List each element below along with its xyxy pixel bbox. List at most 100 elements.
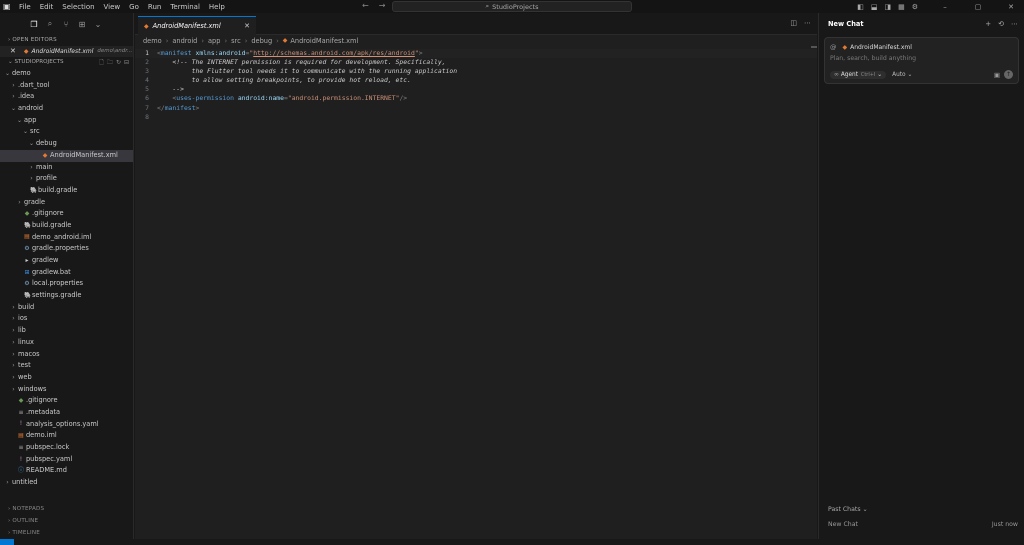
image-attach-icon[interactable]: ▣ <box>994 71 1000 79</box>
breadcrumb-demo[interactable]: demo <box>143 35 162 47</box>
schema-link[interactable]: http://schemas.android.com/apk/res/andro… <box>253 49 415 57</box>
tree-file-item[interactable]: ▤ demo_android.iml <box>0 232 133 244</box>
new-file-icon[interactable]: 🗋 <box>99 59 104 66</box>
menu-file[interactable]: File <box>19 3 31 11</box>
project-header[interactable]: ⌄ STUDIOPROJECTS 🗋 🗀 ↻ ⊟ <box>0 57 133 68</box>
chevron-down-icon[interactable]: ⌄ <box>90 20 106 29</box>
infinity-icon: ∞ <box>834 72 839 78</box>
breadcrumb-debug[interactable]: debug <box>251 35 272 47</box>
tree-folder-item[interactable]: ⌄ app <box>0 115 133 127</box>
tree-file-item[interactable]: ⊞ gradlew.bat <box>0 267 133 279</box>
collapse-all-icon[interactable]: ⊟ <box>124 59 129 66</box>
command-center[interactable]: ⌕ StudioProjects <box>392 1 632 12</box>
context-chip[interactable]: @ ◆ AndroidManifest.xml <box>830 43 912 51</box>
timeline-section[interactable]: › TIMELINE <box>0 527 134 539</box>
tree-file-item[interactable]: 🐘 build.gradle <box>0 220 133 232</box>
tree-folder-item[interactable]: › lib <box>0 325 133 337</box>
tree-folder-item[interactable]: › .dart_tool <box>0 80 133 92</box>
tree-file-item[interactable]: 🐘 settings.gradle <box>0 290 133 302</box>
tree-file-item[interactable]: ⓘ README.md <box>0 465 133 477</box>
open-editor-item[interactable]: ✕ ◆ AndroidManifest.xml demo\andr... <box>0 46 133 57</box>
search-icon[interactable]: ⌕ <box>42 19 58 29</box>
new-chat-icon[interactable]: + <box>985 20 991 28</box>
toggle-panel-icon[interactable]: ⬓ <box>871 3 878 11</box>
new-folder-icon[interactable]: 🗀 <box>107 59 113 66</box>
menu-go[interactable]: Go <box>129 3 139 11</box>
breadcrumb-android[interactable]: android <box>172 35 197 47</box>
past-chat-item[interactable]: New Chat Just now <box>828 521 1018 528</box>
more-actions-icon[interactable]: ⋯ <box>1011 20 1018 28</box>
agent-mode-button[interactable]: ∞ Agent Ctrl+I ⌄ <box>830 71 887 79</box>
tree-folder-item[interactable]: ⌄ src <box>0 126 133 138</box>
notepads-section[interactable]: › NOTEPADS <box>0 503 134 515</box>
outline-section[interactable]: › OUTLINE <box>0 515 134 527</box>
tree-file-item[interactable]: ◆ AndroidManifest.xml <box>0 149 133 162</box>
tree-folder-item[interactable]: › build <box>0 302 133 314</box>
tree-folder-item[interactable]: › .idea <box>0 91 133 103</box>
close-window-icon[interactable]: ✕ <box>998 3 1024 11</box>
breadcrumb-file[interactable]: AndroidManifest.xml <box>290 35 358 47</box>
code-editor[interactable]: 1 <manifest xmlns:android="http://schema… <box>135 47 817 122</box>
menu-view[interactable]: View <box>104 3 121 11</box>
tree-folder-item[interactable]: › gradle <box>0 197 133 209</box>
minimize-icon[interactable]: – <box>932 3 958 11</box>
breadcrumb-src[interactable]: src <box>231 35 241 47</box>
tree-file-item[interactable]: ◆ .gitignore <box>0 208 133 220</box>
settings-gear-icon[interactable]: ⚙ <box>912 3 918 11</box>
chat-tab-title[interactable]: New Chat <box>828 20 864 28</box>
back-arrow-icon[interactable]: ← <box>362 1 369 10</box>
menu-edit[interactable]: Edit <box>40 3 54 11</box>
forward-arrow-icon[interactable]: → <box>379 1 386 10</box>
layout-icon[interactable]: ▦ <box>898 3 905 11</box>
chat-input-placeholder[interactable]: Plan, search, build anything <box>830 55 916 62</box>
tree-file-item[interactable]: 🐘 build.gradle <box>0 185 133 197</box>
open-editors-header[interactable]: › OPEN EDITORS <box>0 35 133 46</box>
tree-folder-item[interactable]: › untitled <box>0 477 133 489</box>
breadcrumb-app[interactable]: app <box>208 35 220 47</box>
tree-file-item[interactable]: ≡ pubspec.lock <box>0 442 133 454</box>
tree-folder-item[interactable]: › test <box>0 360 133 372</box>
tree-folder-item[interactable]: › macos <box>0 349 133 361</box>
minimap-indicator[interactable] <box>811 46 817 48</box>
split-editor-icon[interactable]: ◫ <box>790 19 797 27</box>
refresh-icon[interactable]: ↻ <box>116 59 121 66</box>
send-button[interactable]: ↑ <box>1004 70 1013 79</box>
tree-folder-item[interactable]: › ios <box>0 313 133 325</box>
source-control-icon[interactable]: ⑂ <box>58 20 74 29</box>
menu-terminal[interactable]: Terminal <box>170 3 200 11</box>
remote-indicator[interactable] <box>0 539 14 545</box>
tree-folder-item[interactable]: ⌄ debug <box>0 138 133 150</box>
extensions-icon[interactable]: ⊞ <box>74 20 90 29</box>
tree-file-item[interactable]: ≡ .metadata <box>0 407 133 419</box>
tree-file-item[interactable]: ! pubspec.yaml <box>0 454 133 466</box>
close-tab-icon[interactable]: ✕ <box>244 22 250 30</box>
tree-folder-item[interactable]: › profile <box>0 173 133 185</box>
chat-composer[interactable]: @ ◆ AndroidManifest.xml Plan, search, bu… <box>824 37 1019 84</box>
close-icon[interactable]: ✕ <box>10 46 16 57</box>
tree-folder-item[interactable]: › main <box>0 162 133 174</box>
tree-file-item[interactable]: ▸ gradlew <box>0 255 133 267</box>
tree-folder-item[interactable]: ⌄ demo <box>0 68 133 80</box>
menu-help[interactable]: Help <box>209 3 225 11</box>
tree-file-item[interactable]: ▤ demo.iml <box>0 430 133 442</box>
more-actions-icon[interactable]: ⋯ <box>804 19 811 27</box>
tree-folder-item[interactable]: ⌄ android <box>0 103 133 115</box>
past-chats-header[interactable]: Past Chats ⌄ <box>828 506 1018 513</box>
mention-icon[interactable]: @ <box>830 43 837 51</box>
explorer-icon[interactable]: ❐ <box>26 20 42 29</box>
tree-folder-item[interactable]: › web <box>0 372 133 384</box>
editor-tab[interactable]: ◆ AndroidManifest.xml ✕ <box>138 16 256 35</box>
toggle-secondary-sidebar-icon[interactable]: ◨ <box>884 3 891 11</box>
history-icon[interactable]: ⟲ <box>998 20 1004 28</box>
menu-selection[interactable]: Selection <box>62 3 94 11</box>
tree-file-item[interactable]: ⚙ gradle.properties <box>0 243 133 255</box>
tree-file-item[interactable]: ! analysis_options.yaml <box>0 419 133 431</box>
model-selector[interactable]: Auto ⌄ <box>892 72 912 78</box>
tree-folder-item[interactable]: › linux <box>0 337 133 349</box>
toggle-sidebar-icon[interactable]: ◧ <box>857 3 864 11</box>
tree-folder-item[interactable]: › windows <box>0 384 133 396</box>
tree-file-item[interactable]: ⚙ local.properties <box>0 278 133 290</box>
maximize-icon[interactable]: ▢ <box>965 3 991 11</box>
tree-file-item[interactable]: ◆ .gitignore <box>0 395 133 407</box>
menu-run[interactable]: Run <box>148 3 161 11</box>
